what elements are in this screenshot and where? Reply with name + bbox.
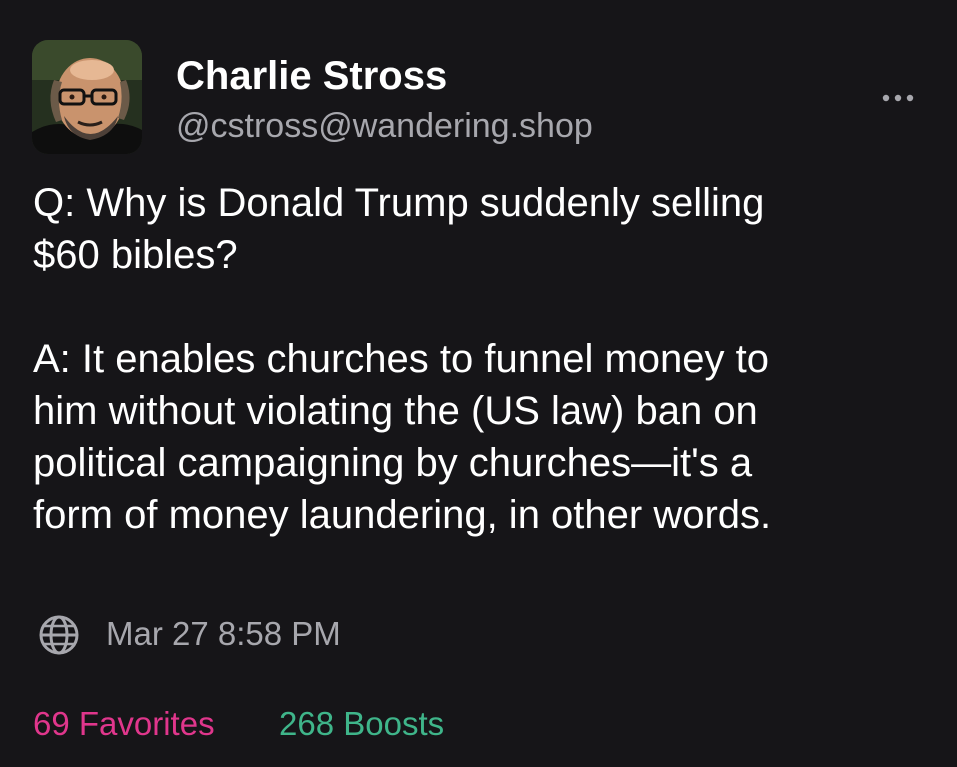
more-options-button[interactable]: [878, 86, 918, 110]
favorites-count[interactable]: 69 Favorites: [33, 703, 215, 745]
boosts-count[interactable]: 268 Boosts: [279, 703, 444, 745]
author-handle[interactable]: @cstross@wandering.shop: [176, 104, 593, 148]
author-display-name[interactable]: Charlie Stross: [176, 52, 447, 100]
post-card: Charlie Stross @cstross@wandering.shop Q…: [0, 0, 957, 767]
more-horizontal-icon: [882, 94, 914, 102]
post-timestamp[interactable]: Mar 27 8:58 PM: [106, 613, 341, 655]
avatar[interactable]: [32, 40, 142, 154]
avatar-image: [32, 40, 142, 154]
post-content: Q: Why is Donald Trump suddenly selling …: [33, 177, 933, 541]
globe-icon: [37, 613, 81, 657]
post-paragraph-question: Q: Why is Donald Trump suddenly selling …: [33, 181, 765, 277]
post-paragraph-answer: A: It enables churches to funnel money t…: [33, 337, 772, 537]
